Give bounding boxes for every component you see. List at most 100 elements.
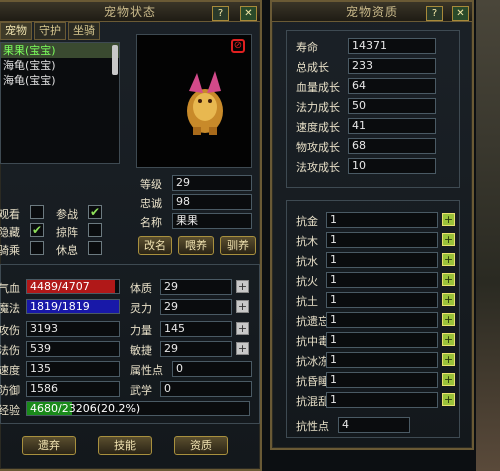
exp-label: 经验 [0, 404, 20, 417]
mp-bar: 1819/1819 [26, 299, 120, 314]
hp-label: 气血 [0, 282, 20, 295]
resist-label: 抗遗忘 [296, 315, 329, 328]
option-ride-label: 骑乘 [0, 244, 20, 257]
left-close-button[interactable]: ✕ [240, 6, 257, 21]
resist-label: 抗土 [296, 295, 318, 308]
option-watch-label: 观看 [0, 208, 20, 221]
str-plus-button[interactable]: + [236, 322, 249, 335]
growth-value: 41 [348, 118, 436, 134]
mp-label: 魔法 [0, 302, 20, 315]
resist-plus-button[interactable]: + [442, 293, 455, 306]
resist-plus-button[interactable]: + [442, 393, 455, 406]
aptitude-button[interactable]: 资质 [174, 436, 228, 455]
growth-value: 68 [348, 138, 436, 154]
tab-guardian[interactable]: 守护 [34, 22, 66, 40]
resist-label: 抗昏睡 [296, 375, 329, 388]
name-label: 名称 [140, 216, 162, 229]
pet-list[interactable]: 果果(宝宝) 海龟(宝宝) 海龟(宝宝) [0, 42, 120, 164]
option-hide-checkbox[interactable]: ✔ [30, 223, 44, 237]
pet-sprite-icon [187, 71, 223, 135]
spi-plus-button[interactable]: + [236, 300, 249, 313]
growth-label: 总成长 [296, 61, 329, 74]
agi-value: 29 [160, 341, 232, 357]
def-value: 1586 [26, 381, 120, 397]
growth-label: 寿命 [296, 41, 318, 54]
level-value: 29 [172, 175, 252, 191]
resist-value: 1 [326, 292, 438, 308]
tab-pets[interactable]: 宠物 [0, 22, 32, 40]
pet-list-item[interactable]: 果果(宝宝) [1, 43, 119, 58]
atk-value: 3193 [26, 321, 120, 337]
resist-value: 1 [326, 252, 438, 268]
pet-list-item[interactable]: 海龟(宝宝) [1, 58, 119, 73]
growth-value: 50 [348, 98, 436, 114]
resist-value: 1 [326, 232, 438, 248]
hp-value: 4489/4707 [30, 280, 90, 293]
pet-name-field[interactable]: 果果 [172, 213, 252, 229]
option-dodge-label: 掠阵 [56, 226, 78, 239]
growth-value: 14371 [348, 38, 436, 54]
resist-plus-button[interactable]: + [442, 253, 455, 266]
pet-list-item[interactable]: 海龟(宝宝) [1, 73, 119, 88]
resist-plus-button[interactable]: + [442, 313, 455, 326]
resist-plus-button[interactable]: + [442, 353, 455, 366]
feed-button[interactable]: 喂养 [178, 236, 214, 255]
hp-bar: 4489/4707 [26, 279, 120, 294]
con-label: 体质 [130, 282, 152, 295]
rename-button[interactable]: 改名 [138, 236, 172, 255]
option-rest-checkbox[interactable] [88, 241, 102, 255]
mdmg-value: 539 [26, 341, 120, 357]
loyalty-value: 98 [172, 194, 252, 210]
spi-value: 29 [160, 299, 232, 315]
option-dodge-checkbox[interactable] [88, 223, 102, 237]
resist-label: 抗混乱 [296, 395, 329, 408]
resist-value: 1 [326, 392, 438, 408]
left-help-button[interactable]: ? [212, 6, 229, 21]
resist-label: 抗木 [296, 235, 318, 248]
right-close-button[interactable]: ✕ [452, 6, 469, 21]
level-label: 等级 [140, 178, 162, 191]
resist-plus-button[interactable]: + [442, 273, 455, 286]
resist-value: 1 [326, 352, 438, 368]
resist-plus-button[interactable]: + [442, 373, 455, 386]
str-label: 力量 [130, 324, 152, 337]
skills-button[interactable]: 技能 [98, 436, 152, 455]
resist-value: 1 [326, 312, 438, 328]
resist-label: 抗冰冻 [296, 355, 329, 368]
release-button[interactable]: 遗弃 [22, 436, 76, 455]
option-ride-checkbox[interactable] [30, 241, 44, 255]
resist-value: 1 [326, 212, 438, 228]
con-value: 29 [160, 279, 232, 295]
resist-plus-button[interactable]: + [442, 233, 455, 246]
con-plus-button[interactable]: + [236, 280, 249, 293]
wuxue-label: 武学 [130, 384, 152, 397]
str-value: 145 [160, 321, 232, 337]
growth-value: 233 [348, 58, 436, 74]
preview-close-icon[interactable]: ⊘ [231, 39, 245, 53]
resist-plus-button[interactable]: + [442, 213, 455, 226]
resist-label: 抗金 [296, 215, 318, 228]
pet-list-scrollbar[interactable] [112, 45, 118, 75]
growth-value: 64 [348, 78, 436, 94]
resist-label: 抗火 [296, 275, 318, 288]
resist-points-label: 抗性点 [296, 420, 329, 433]
train-button[interactable]: 驯养 [220, 236, 256, 255]
resist-plus-button[interactable]: + [442, 333, 455, 346]
exp-value: 4680/23206(20.2%) [30, 402, 141, 415]
option-watch-checkbox[interactable] [30, 205, 44, 219]
right-help-button[interactable]: ? [426, 6, 443, 21]
spd-label: 速度 [0, 364, 20, 377]
option-fight-checkbox[interactable]: ✔ [88, 205, 102, 219]
growth-label: 物攻成长 [296, 141, 340, 154]
agi-plus-button[interactable]: + [236, 342, 249, 355]
resist-points-value: 4 [338, 417, 410, 433]
tab-mount[interactable]: 坐骑 [68, 22, 100, 40]
growth-label: 法攻成长 [296, 161, 340, 174]
resist-label: 抗中毒 [296, 335, 329, 348]
option-fight-label: 参战 [56, 208, 78, 221]
option-hide-label: 隐藏 [0, 226, 20, 239]
points-value: 0 [172, 361, 252, 377]
growth-value: 10 [348, 158, 436, 174]
resist-value: 1 [326, 332, 438, 348]
growth-label: 血量成长 [296, 81, 340, 94]
